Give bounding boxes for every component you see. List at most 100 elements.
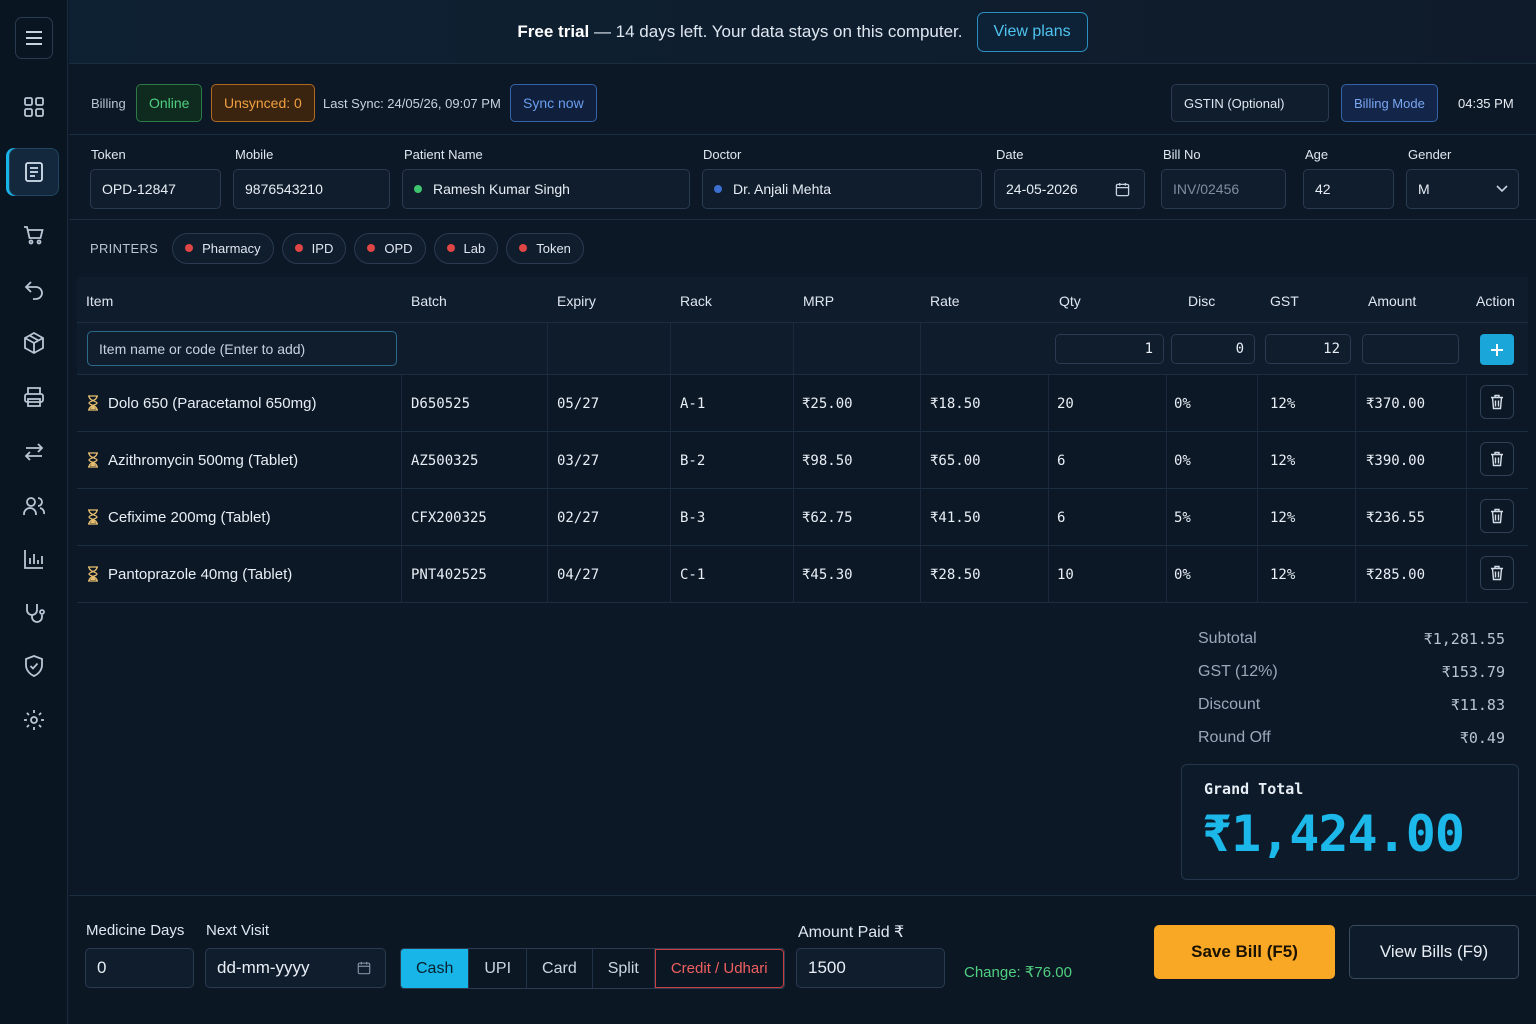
mobile-input[interactable]: 9876543210 xyxy=(233,169,390,209)
column-divider xyxy=(547,323,548,374)
column-divider xyxy=(793,489,794,545)
printer-chip-pharmacy[interactable]: Pharmacy xyxy=(172,232,274,264)
stethoscope-icon[interactable] xyxy=(16,595,52,631)
calendar-icon[interactable] xyxy=(357,961,371,975)
column-divider xyxy=(1166,375,1167,431)
printer-chip-opd[interactable]: OPD xyxy=(354,232,426,264)
clock-time: 04:35 PM xyxy=(1458,95,1514,111)
item-name-cell: Azithromycin 500mg (Tablet) xyxy=(108,452,299,469)
add-item-button[interactable] xyxy=(1480,334,1514,365)
hourglass-icon xyxy=(88,509,98,525)
return-icon[interactable] xyxy=(16,271,52,307)
summary-row-subtotal: Subtotal ₹1,281.55 xyxy=(1198,630,1505,663)
column-divider xyxy=(670,489,671,545)
column-divider xyxy=(1048,489,1049,545)
transfer-icon[interactable] xyxy=(16,434,52,470)
printer-status-dot xyxy=(367,244,376,252)
calendar-icon[interactable] xyxy=(1115,182,1130,197)
disc-input[interactable]: 0 xyxy=(1171,334,1255,364)
table-row[interactable]: Pantoprazole 40mg (Tablet) PNT402525 04/… xyxy=(77,546,1528,603)
table-row[interactable]: Dolo 650 (Paracetamol 650mg) D650525 05/… xyxy=(77,375,1528,432)
billing-icon[interactable] xyxy=(9,148,59,196)
pay-mode-upi[interactable]: UPI xyxy=(469,949,528,988)
table-row[interactable]: Cefixime 200mg (Tablet) CFX200325 02/27 … xyxy=(77,489,1528,546)
cart-icon[interactable] xyxy=(16,217,52,253)
gender-value: M xyxy=(1418,181,1430,197)
printer-icon[interactable] xyxy=(16,379,52,415)
gst-cell: 12% xyxy=(1270,396,1296,412)
bill-no-input[interactable]: INV/02456 xyxy=(1161,169,1286,209)
menu-icon[interactable] xyxy=(15,17,53,59)
item-search-input[interactable]: Item name or code (Enter to add) xyxy=(87,331,397,366)
column-divider xyxy=(401,375,402,431)
billing-mode-button[interactable]: Billing Mode xyxy=(1341,84,1438,122)
patient-name-input[interactable]: Ramesh Kumar Singh xyxy=(402,169,690,209)
qty-input[interactable]: 1 xyxy=(1055,334,1164,364)
pay-mode-split[interactable]: Split xyxy=(593,949,655,988)
gst-cell: 12% xyxy=(1270,453,1296,469)
delete-row-button[interactable] xyxy=(1480,385,1514,419)
pay-mode-card[interactable]: Card xyxy=(527,949,593,988)
printer-chip-ipd[interactable]: IPD xyxy=(281,232,347,264)
pay-mode-cash[interactable]: Cash xyxy=(401,949,470,988)
reports-chart-icon[interactable] xyxy=(16,541,52,577)
batch-cell: PNT402525 xyxy=(411,567,487,583)
shield-icon[interactable] xyxy=(16,648,52,684)
bill-items-table: Item Batch Expiry Rack MRP Rate Qty Disc… xyxy=(77,277,1528,603)
column-divider xyxy=(547,432,548,488)
gender-select[interactable]: M xyxy=(1406,169,1519,209)
trial-banner: Free trial — 14 days left. Your data sta… xyxy=(69,0,1536,64)
summary-label: Round Off xyxy=(1198,729,1271,746)
table-row[interactable]: Azithromycin 500mg (Tablet) AZ500325 03/… xyxy=(77,432,1528,489)
expiry-cell: 03/27 xyxy=(557,453,600,469)
rate-cell: ₹28.50 xyxy=(930,567,981,583)
date-input[interactable]: 24-05-2026 xyxy=(994,169,1145,209)
amount-input[interactable] xyxy=(1362,334,1459,364)
hourglass-icon xyxy=(88,566,98,582)
column-divider xyxy=(920,432,921,488)
printer-status-dot xyxy=(294,244,303,252)
delete-row-button[interactable] xyxy=(1480,556,1514,590)
medicine-days-input[interactable]: 0 xyxy=(85,948,194,988)
delete-row-button[interactable] xyxy=(1480,499,1514,533)
column-divider xyxy=(401,546,402,602)
payment-footer: Medicine Days 0 Next Visit dd-mm-yyyy Ca… xyxy=(69,895,1536,1024)
batch-cell: AZ500325 xyxy=(411,453,479,469)
printer-chip-lab[interactable]: Lab xyxy=(433,232,499,264)
sync-now-button[interactable]: Sync now xyxy=(510,84,597,122)
users-icon[interactable] xyxy=(16,488,52,524)
view-bills-button[interactable]: View Bills (F9) xyxy=(1349,925,1519,979)
doctor-select[interactable]: Dr. Anjali Mehta xyxy=(702,169,982,209)
printer-chip-label: Pharmacy xyxy=(202,240,261,256)
token-label: Token xyxy=(91,147,126,162)
pay-mode-credit[interactable]: Credit / Udhari xyxy=(654,949,784,988)
next-visit-input[interactable]: dd-mm-yyyy xyxy=(205,948,386,988)
dashboard-icon[interactable] xyxy=(16,89,52,125)
summary-label: Discount xyxy=(1198,696,1261,713)
table-header: Item Batch Expiry Rack MRP Rate Qty Disc… xyxy=(77,277,1528,323)
summary-value: ₹153.79 xyxy=(1441,663,1505,681)
mrp-cell: ₹45.30 xyxy=(802,567,853,583)
token-input[interactable]: OPD-12847 xyxy=(90,169,221,209)
column-divider xyxy=(547,546,548,602)
inventory-icon[interactable] xyxy=(16,325,52,361)
summary-label: Subtotal xyxy=(1198,630,1257,647)
column-divider xyxy=(1257,546,1258,602)
printer-chip-token[interactable]: Token xyxy=(506,232,584,264)
column-header: Disc xyxy=(1188,293,1216,309)
column-header: Amount xyxy=(1368,293,1417,309)
gst-input[interactable]: 12 xyxy=(1265,334,1351,364)
view-plans-button[interactable]: View plans xyxy=(976,11,1088,52)
column-divider xyxy=(1048,432,1049,488)
delete-row-button[interactable] xyxy=(1480,442,1514,476)
column-divider xyxy=(1355,489,1356,545)
age-input[interactable]: 42 xyxy=(1303,169,1394,209)
gstin-field[interactable]: GSTIN (Optional) xyxy=(1171,84,1329,122)
amount-paid-input[interactable]: 1500 xyxy=(796,948,945,988)
gear-icon[interactable] xyxy=(16,702,52,738)
patient-status-dot xyxy=(414,185,422,193)
save-bill-button[interactable]: Save Bill (F5) xyxy=(1154,925,1335,979)
column-header: Expiry xyxy=(557,293,596,309)
online-badge: Online xyxy=(136,84,203,122)
column-header: GST xyxy=(1270,293,1299,309)
